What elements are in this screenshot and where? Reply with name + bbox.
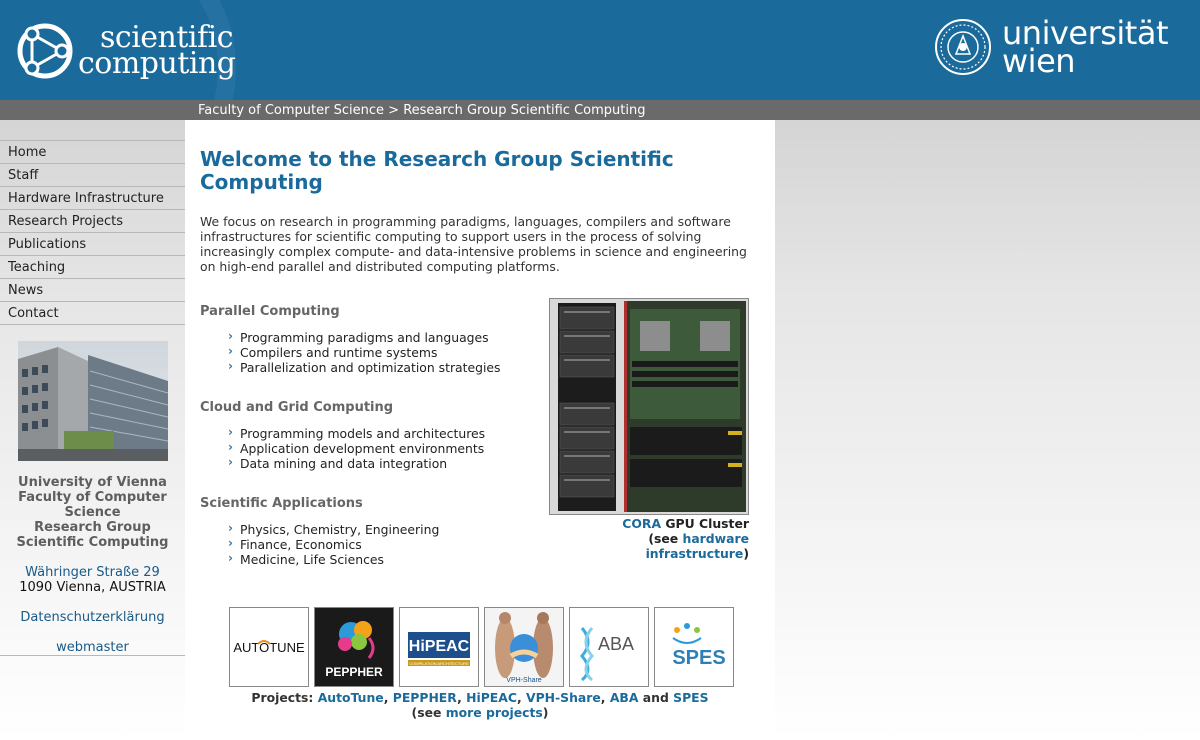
cluster-figure: CORA GPU Cluster (see hardware infrastru… bbox=[549, 298, 749, 561]
address-faculty: Faculty of Computer Science bbox=[18, 490, 167, 520]
spes-link[interactable]: SPES bbox=[673, 690, 708, 705]
section-title-cloud: Cloud and Grid Computing bbox=[200, 400, 394, 415]
campus-building-photo bbox=[18, 341, 168, 461]
project-logos: AUTOTUNE PEPPHER HiPEAC COMPILATION ARCH… bbox=[229, 607, 734, 687]
sidebar-divider bbox=[0, 655, 185, 656]
vph-share-link[interactable]: VPH-Share bbox=[526, 690, 601, 705]
main-navigation: Home Staff Hardware Infrastructure Resea… bbox=[0, 140, 185, 325]
scientific-computing-logo[interactable]: scientific computing bbox=[16, 20, 236, 82]
list-item: Medicine, Life Sciences bbox=[228, 551, 439, 567]
nav-contact[interactable]: Contact bbox=[0, 302, 185, 325]
intro-paragraph: We focus on research in programming para… bbox=[200, 214, 747, 274]
cluster-text: GPU Cluster bbox=[665, 516, 749, 531]
list-item: Programming paradigms and languages bbox=[228, 329, 501, 345]
university-seal-icon bbox=[935, 19, 991, 75]
privacy-link[interactable]: Datenschutzerklärung bbox=[0, 610, 185, 625]
projects-caption-line2: (see more projects) bbox=[185, 705, 775, 720]
projects-prefix: Projects: bbox=[251, 690, 314, 705]
gpu-cluster-photo[interactable] bbox=[549, 298, 749, 515]
peppher-link[interactable]: PEPPHER bbox=[393, 690, 457, 705]
parallel-list: Programming paradigms and languages Comp… bbox=[228, 329, 501, 375]
cluster-caption-line1: CORA GPU Cluster bbox=[549, 516, 749, 531]
projects-and: and bbox=[642, 690, 669, 705]
section-title-parallel: Parallel Computing bbox=[200, 304, 340, 319]
hipeac-logo[interactable]: HiPEAC COMPILATION ARCHITECTURE bbox=[399, 607, 479, 687]
cluster-see-close: ) bbox=[743, 546, 749, 561]
cluster-see-open: (see bbox=[648, 531, 679, 546]
vph-share-logo[interactable]: VPH-Share bbox=[484, 607, 564, 687]
applications-list: Physics, Chemistry, Engineering Finance,… bbox=[228, 521, 439, 567]
site-header: scientific computing universität wien bbox=[0, 0, 1200, 100]
nav-teaching[interactable]: Teaching bbox=[0, 256, 185, 279]
cluster-caption: CORA GPU Cluster (see hardware infrastru… bbox=[549, 516, 749, 561]
breadcrumb-separator: > bbox=[388, 103, 400, 118]
aba-link[interactable]: ABA bbox=[610, 690, 639, 705]
projects-caption-line1: Projects: AutoTune, PEPPHER, HiPEAC, VPH… bbox=[251, 690, 709, 705]
breadcrumb-bar: Faculty of Computer Science > Research G… bbox=[0, 100, 1200, 120]
page-title: Welcome to the Research Group Scientific… bbox=[200, 147, 674, 194]
list-item: Compilers and runtime systems bbox=[228, 344, 501, 360]
network-logo-icon bbox=[17, 23, 73, 79]
autotune-logo[interactable]: AUTOTUNE bbox=[229, 607, 309, 687]
address-city: 1090 Vienna, AUSTRIA bbox=[19, 580, 166, 595]
address-group: Research Group Scientific Computing bbox=[16, 520, 169, 550]
webmaster-link[interactable]: webmaster bbox=[0, 640, 185, 655]
breadcrumb: Faculty of Computer Science > Research G… bbox=[198, 103, 645, 118]
hipeac-logo-text: HiPEAC bbox=[409, 638, 470, 655]
spes-logo[interactable]: SPES bbox=[654, 607, 734, 687]
projects-see-open: (see bbox=[411, 705, 442, 720]
list-item: Parallelization and optimization strateg… bbox=[228, 359, 501, 375]
nav-news[interactable]: News bbox=[0, 279, 185, 302]
hipeac-subtitle: COMPILATION ARCHITECTURE bbox=[409, 661, 469, 666]
nav-research-projects[interactable]: Research Projects bbox=[0, 210, 185, 233]
nav-hardware-infrastructure[interactable]: Hardware Infrastructure bbox=[0, 187, 185, 210]
cloud-list: Programming models and architectures App… bbox=[228, 425, 485, 471]
university-vienna-logo[interactable]: universität wien bbox=[934, 17, 1169, 77]
brand-text: scientific computing bbox=[78, 23, 236, 81]
autotune-link[interactable]: AutoTune bbox=[318, 690, 384, 705]
list-item: Finance, Economics bbox=[228, 536, 439, 552]
list-item: Physics, Chemistry, Engineering bbox=[228, 521, 439, 537]
contact-address: University of Vienna Faculty of Computer… bbox=[0, 475, 185, 655]
sidebar: Home Staff Hardware Infrastructure Resea… bbox=[0, 140, 185, 655]
address-university: University of Vienna bbox=[18, 475, 167, 490]
hipeac-link[interactable]: HiPEAC bbox=[466, 690, 517, 705]
list-item: Application development environments bbox=[228, 440, 485, 456]
more-projects-link[interactable]: more projects bbox=[446, 705, 543, 720]
peppher-logo[interactable]: PEPPHER bbox=[314, 607, 394, 687]
nav-publications[interactable]: Publications bbox=[0, 233, 185, 256]
aba-logo[interactable]: ABA bbox=[569, 607, 649, 687]
projects-see-close: ) bbox=[542, 705, 549, 720]
university-text: universität wien bbox=[1002, 17, 1169, 77]
cora-link[interactable]: CORA bbox=[622, 516, 661, 531]
nav-home[interactable]: Home bbox=[0, 141, 185, 164]
projects-caption: Projects: AutoTune, PEPPHER, HiPEAC, VPH… bbox=[185, 690, 775, 720]
peppher-logo-text: PEPPHER bbox=[325, 665, 383, 679]
section-title-applications: Scientific Applications bbox=[200, 496, 363, 511]
main-content: Welcome to the Research Group Scientific… bbox=[185, 120, 775, 740]
list-item: Programming models and architectures bbox=[228, 425, 485, 441]
address-street[interactable]: Währinger Straße 29 bbox=[0, 565, 185, 580]
spes-logo-text: SPES bbox=[672, 647, 725, 669]
vph-share-logo-text: VPH-Share bbox=[506, 677, 542, 684]
breadcrumb-faculty[interactable]: Faculty of Computer Science bbox=[198, 103, 384, 118]
nav-staff[interactable]: Staff bbox=[0, 164, 185, 187]
breadcrumb-group[interactable]: Research Group Scientific Computing bbox=[403, 103, 645, 118]
brand-line2: computing bbox=[78, 46, 236, 81]
aba-logo-text: ABA bbox=[598, 634, 634, 654]
list-item: Data mining and data integration bbox=[228, 455, 485, 471]
cluster-caption-line2: (see hardware infrastructure) bbox=[549, 531, 749, 561]
